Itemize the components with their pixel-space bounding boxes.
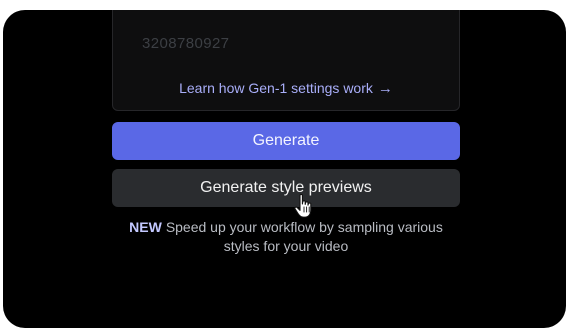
generate-style-previews-button[interactable]: Generate style previews <box>112 169 460 207</box>
generate-button[interactable]: Generate <box>112 122 460 160</box>
learn-settings-label: Learn how Gen-1 settings work <box>179 80 373 96</box>
promo-text: Speed up your workflow by sampling vario… <box>165 219 443 254</box>
app-window: 3208780927 Learn how Gen-1 settings work… <box>3 10 566 328</box>
new-badge: NEW <box>129 219 162 235</box>
settings-panel: 3208780927 Learn how Gen-1 settings work… <box>112 10 460 111</box>
learn-settings-link[interactable]: Learn how Gen-1 settings work → <box>113 80 459 97</box>
hand-pointer-icon <box>294 193 312 218</box>
seed-input[interactable]: 3208780927 <box>142 35 229 52</box>
arrow-right-icon: → <box>377 80 393 97</box>
promo-message: NEW Speed up your workflow by sampling va… <box>112 218 460 256</box>
